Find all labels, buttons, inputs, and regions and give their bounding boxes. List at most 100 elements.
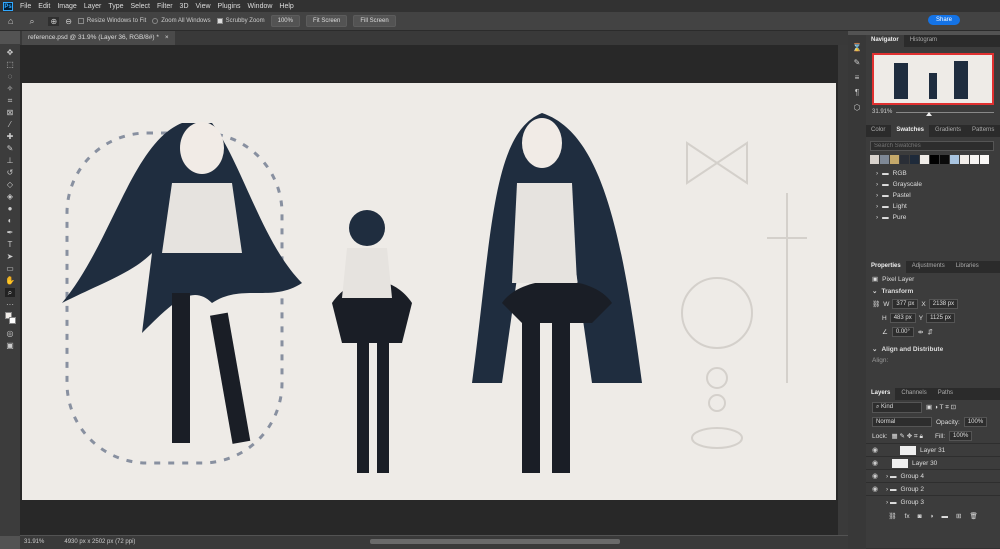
- resize-windows-checkbox[interactable]: Resize Windows to Fit: [77, 18, 146, 24]
- menu-type[interactable]: Type: [108, 3, 123, 10]
- tab-paths[interactable]: Paths: [933, 388, 958, 400]
- magic-wand-icon[interactable]: ✧: [5, 84, 15, 93]
- swatch[interactable]: [940, 155, 949, 164]
- x-field[interactable]: 2138 px: [928, 299, 959, 309]
- lasso-tool-icon[interactable]: ◌: [5, 72, 15, 81]
- screen-mode-icon[interactable]: ▣: [5, 341, 15, 350]
- filter-icons[interactable]: ▣ ◑ T ⌗ ⊡: [926, 403, 956, 412]
- status-zoom[interactable]: 31.91%: [24, 539, 44, 545]
- swatch[interactable]: [950, 155, 959, 164]
- tab-properties[interactable]: Properties: [866, 261, 906, 273]
- tab-histogram[interactable]: Histogram: [905, 35, 942, 47]
- path-selection-icon[interactable]: ➤: [5, 252, 15, 261]
- fx-icon[interactable]: fx: [905, 513, 910, 520]
- tab-channels[interactable]: Channels: [896, 388, 931, 400]
- menu-edit[interactable]: Edit: [38, 3, 50, 10]
- eyedropper-icon[interactable]: ⁄: [5, 120, 15, 129]
- quick-mask-icon[interactable]: ◎: [5, 329, 15, 338]
- adjust-icon[interactable]: ≡: [855, 73, 860, 82]
- new-layer-icon[interactable]: ⊞: [956, 512, 961, 520]
- marquee-tool-icon[interactable]: ⬚: [5, 60, 15, 69]
- transform-heading[interactable]: Transform: [881, 288, 913, 295]
- lock-icons[interactable]: ▦ ✎ ✥ ⌗ 🔒︎: [892, 432, 923, 441]
- document-canvas[interactable]: [22, 83, 836, 500]
- kind-filter[interactable]: ⌕ Kind: [872, 402, 922, 413]
- blend-mode-select[interactable]: Normal: [872, 417, 932, 427]
- flip-horizontal-icon[interactable]: ⇹: [918, 328, 923, 336]
- history-brush-icon[interactable]: ↺: [5, 168, 15, 177]
- tab-patterns[interactable]: Patterns: [967, 125, 999, 137]
- menu-layer[interactable]: Layer: [84, 3, 102, 10]
- menu-image[interactable]: Image: [57, 3, 76, 10]
- folder-pure[interactable]: › ▬ Pure: [870, 212, 996, 223]
- link-icon[interactable]: ⛓: [872, 300, 880, 308]
- mask-icon[interactable]: ◙: [918, 513, 922, 520]
- folder-grayscale[interactable]: › ▬ Grayscale: [870, 179, 996, 190]
- tab-color[interactable]: Color: [866, 125, 890, 137]
- layer-row[interactable]: ◉ › ▬ Group 4: [866, 469, 1000, 482]
- brush-tool-icon[interactable]: ✎: [5, 144, 15, 153]
- tab-adjustments[interactable]: Adjustments: [907, 261, 950, 273]
- zoom-all-checkbox[interactable]: Zoom All Windows: [152, 18, 211, 24]
- folder-light[interactable]: › ▬ Light: [870, 201, 996, 212]
- brush-settings-icon[interactable]: ✎: [854, 58, 861, 67]
- layer-row[interactable]: ◉ Layer 30: [866, 456, 1000, 469]
- layer-row[interactable]: ◉ › ▬ Group 2: [866, 482, 1000, 495]
- zoom-100-button[interactable]: 100%: [270, 15, 300, 27]
- move-tool-icon[interactable]: ✥: [5, 48, 15, 57]
- swatch[interactable]: [980, 155, 989, 164]
- swatch[interactable]: [900, 155, 909, 164]
- menu-filter[interactable]: Filter: [157, 3, 173, 10]
- swatch[interactable]: [970, 155, 979, 164]
- folder-pastel[interactable]: › ▬ Pastel: [870, 190, 996, 201]
- tab-libraries[interactable]: Libraries: [951, 261, 984, 273]
- fill-screen-button[interactable]: Fill Screen: [353, 15, 396, 27]
- pen-tool-icon[interactable]: ✒: [5, 228, 15, 237]
- flip-vertical-icon[interactable]: ⇵: [927, 328, 932, 336]
- fill-field[interactable]: 100%: [949, 431, 973, 441]
- paragraph-icon[interactable]: ¶: [855, 88, 859, 97]
- blur-tool-icon[interactable]: ●: [5, 204, 15, 213]
- healing-brush-icon[interactable]: ✚: [5, 132, 15, 141]
- new-group-icon[interactable]: ▬: [941, 513, 948, 520]
- document-tab[interactable]: reference.psd @ 31.9% (Layer 36, RGB/8#)…: [22, 31, 175, 45]
- zoom-in-icon[interactable]: ⊕: [48, 16, 60, 26]
- shape-tool-icon[interactable]: ▭: [5, 264, 15, 273]
- menu-window[interactable]: Window: [248, 3, 273, 10]
- navigator-preview[interactable]: [872, 53, 994, 105]
- tab-layers[interactable]: Layers: [866, 388, 896, 400]
- height-field[interactable]: 483 px: [889, 313, 916, 323]
- close-icon[interactable]: ×: [165, 34, 169, 42]
- link-layers-icon[interactable]: ⛓: [888, 512, 896, 520]
- home-icon[interactable]: ⌂: [8, 16, 13, 26]
- zoom-tool-icon[interactable]: ⌕: [5, 288, 15, 297]
- tab-swatches[interactable]: Swatches: [891, 125, 930, 137]
- visibility-eye-icon[interactable]: ◉: [872, 459, 882, 467]
- swatch[interactable]: [960, 155, 969, 164]
- zoom-tool-icon[interactable]: ⌕: [29, 16, 34, 27]
- folder-rgb[interactable]: › ▬ RGB: [870, 168, 996, 179]
- opacity-field[interactable]: 100%: [963, 417, 988, 427]
- zoom-slider[interactable]: [896, 111, 994, 116]
- paint-bucket-icon[interactable]: ◈: [5, 192, 15, 201]
- swatch[interactable]: [870, 155, 879, 164]
- menu-help[interactable]: Help: [279, 3, 293, 10]
- tab-navigator[interactable]: Navigator: [866, 35, 904, 47]
- frame-tool-icon[interactable]: ⊠: [5, 108, 15, 117]
- fit-screen-button[interactable]: Fit Screen: [305, 15, 348, 27]
- horizontal-scroll-thumb[interactable]: [370, 539, 620, 544]
- dodge-tool-icon[interactable]: ◐: [5, 216, 15, 225]
- menu-3d[interactable]: 3D: [180, 3, 189, 10]
- width-field[interactable]: 377 px: [892, 299, 919, 309]
- menu-file[interactable]: File: [20, 3, 31, 10]
- stamp-tool-icon[interactable]: ⊥: [5, 156, 15, 165]
- layer-row[interactable]: › ▬ Group 3: [866, 495, 1000, 508]
- more-tools-icon[interactable]: ···: [5, 300, 15, 309]
- tab-gradients[interactable]: Gradients: [930, 125, 966, 137]
- adjustment-layer-icon[interactable]: ◑: [930, 513, 934, 520]
- crop-tool-icon[interactable]: ⌗: [5, 96, 15, 105]
- menu-plugins[interactable]: Plugins: [218, 3, 241, 10]
- angle-field[interactable]: 0.00°: [891, 327, 914, 337]
- color-swatches-icon[interactable]: [5, 312, 16, 326]
- navigator-zoom[interactable]: 31.91%: [872, 109, 892, 115]
